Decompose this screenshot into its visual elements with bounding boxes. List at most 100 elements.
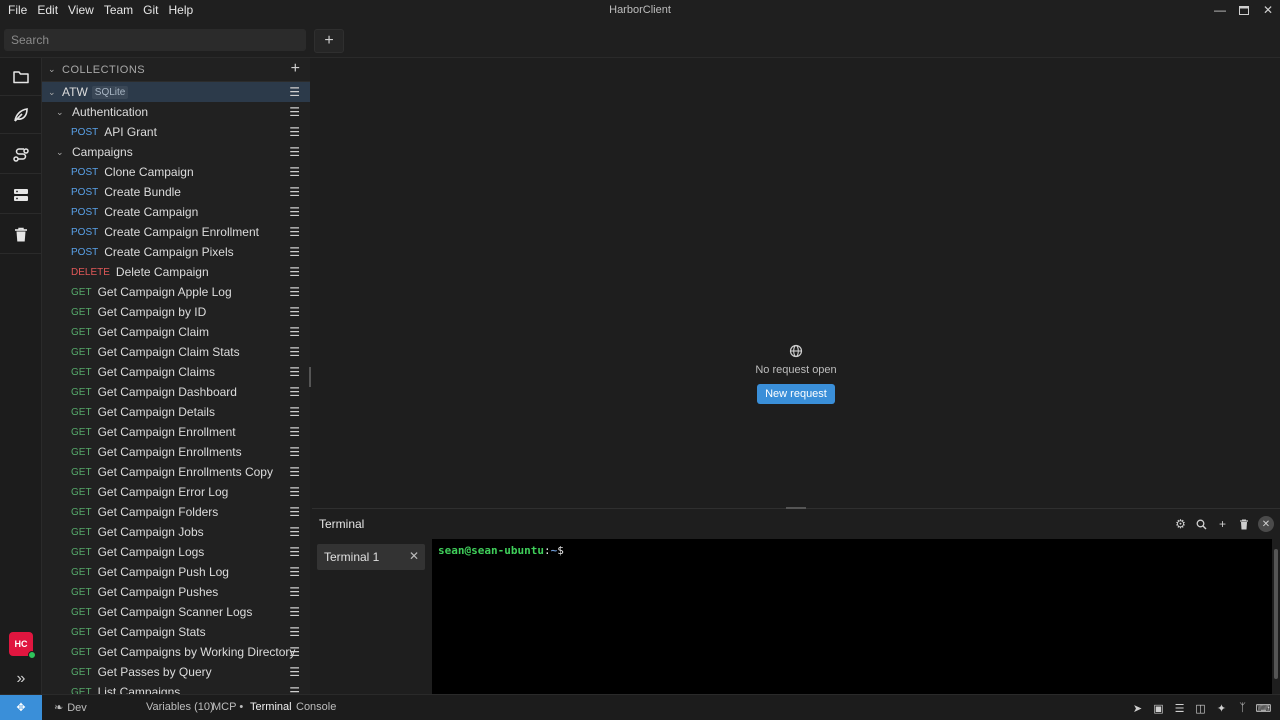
- request-item[interactable]: GET Get Campaign Folders ☰: [42, 502, 310, 522]
- expand-sidebar-button[interactable]: »: [0, 664, 42, 694]
- menu-icon[interactable]: ☰: [289, 85, 300, 99]
- menu-icon[interactable]: ☰: [289, 325, 300, 339]
- terminal-toggle[interactable]: Terminal: [250, 701, 292, 713]
- request-item[interactable]: GET Get Campaign Claims ☰: [42, 362, 310, 382]
- search-input[interactable]: [4, 29, 306, 51]
- request-item[interactable]: GET Get Campaign Details ☰: [42, 402, 310, 422]
- trash-icon[interactable]: [1233, 515, 1254, 533]
- avatar[interactable]: HC: [9, 632, 36, 659]
- console-toggle[interactable]: Console: [296, 701, 336, 713]
- close-tab-icon[interactable]: ✕: [409, 549, 419, 563]
- menu-git[interactable]: Git: [143, 0, 158, 20]
- folder-row[interactable]: ⌄ Authentication ☰: [42, 102, 310, 122]
- terminal-tab[interactable]: Terminal 1 ✕: [317, 544, 425, 570]
- chevron-down-icon[interactable]: ⌄: [56, 107, 68, 118]
- menu-icon[interactable]: ☰: [289, 225, 300, 239]
- workspace-row[interactable]: ⌄ ATW SQLite ☰: [42, 82, 310, 102]
- request-item[interactable]: GET Get Campaign by ID ☰: [42, 302, 310, 322]
- request-item[interactable]: GET Get Campaign Jobs ☰: [42, 522, 310, 542]
- menu-icon[interactable]: ☰: [289, 145, 300, 159]
- chevron-down-icon[interactable]: ⌄: [56, 147, 68, 158]
- menu-icon[interactable]: ☰: [289, 505, 300, 519]
- servers-button[interactable]: [0, 176, 42, 214]
- menu-file[interactable]: File: [8, 0, 27, 20]
- request-item[interactable]: GET Get Campaign Enrollment ☰: [42, 422, 310, 442]
- menu-icon[interactable]: ☰: [289, 445, 300, 459]
- menu-icon[interactable]: ☰: [289, 265, 300, 279]
- menu-icon[interactable]: ☰: [289, 185, 300, 199]
- request-item[interactable]: GET Get Campaigns by Working Directory ☰: [42, 642, 310, 662]
- request-item[interactable]: GET Get Campaign Claim ☰: [42, 322, 310, 342]
- menu-icon[interactable]: ☰: [289, 565, 300, 579]
- request-item[interactable]: GET Get Campaign Enrollments Copy ☰: [42, 462, 310, 482]
- menu-icon[interactable]: ☰: [289, 385, 300, 399]
- environment-selector[interactable]: ❧ Dev: [54, 701, 87, 715]
- menu-icon[interactable]: ☰: [289, 665, 300, 679]
- menu-icon[interactable]: ☰: [289, 105, 300, 119]
- menu-help[interactable]: Help: [169, 0, 194, 20]
- menu-icon[interactable]: ☰: [289, 585, 300, 599]
- gear-icon[interactable]: ⚙: [1170, 515, 1191, 533]
- request-item[interactable]: GET List Campaigns ☰: [42, 682, 310, 694]
- menu-icon[interactable]: ☰: [289, 345, 300, 359]
- list-icon[interactable]: ☰: [1169, 699, 1190, 717]
- close-window-icon[interactable]: ✕: [1256, 0, 1280, 20]
- menu-icon[interactable]: ☰: [289, 245, 300, 259]
- request-item[interactable]: POST Create Campaign Pixels ☰: [42, 242, 310, 262]
- terminal-scrollbar[interactable]: [1272, 539, 1280, 695]
- close-icon[interactable]: ✕: [1258, 516, 1274, 532]
- request-item[interactable]: GET Get Campaign Pushes ☰: [42, 582, 310, 602]
- menu-edit[interactable]: Edit: [37, 0, 58, 20]
- minimize-icon[interactable]: —: [1208, 0, 1232, 20]
- request-item[interactable]: POST Create Campaign ☰: [42, 202, 310, 222]
- menu-icon[interactable]: ☰: [289, 285, 300, 299]
- environments-button[interactable]: [0, 96, 42, 134]
- flows-button[interactable]: [0, 136, 42, 174]
- menu-icon[interactable]: ☰: [289, 485, 300, 499]
- menu-icon[interactable]: ☰: [289, 165, 300, 179]
- request-item[interactable]: GET Get Campaign Apple Log ☰: [42, 282, 310, 302]
- git-branch-icon[interactable]: ᛉ: [1232, 699, 1253, 717]
- remote-button[interactable]: ✥: [0, 694, 42, 720]
- send-icon[interactable]: ➤: [1127, 699, 1148, 717]
- trash-button[interactable]: [0, 216, 42, 254]
- request-item[interactable]: GET Get Campaign Claim Stats ☰: [42, 342, 310, 362]
- mcp-button[interactable]: MCP •: [212, 701, 243, 713]
- request-item[interactable]: GET Get Campaign Error Log ☰: [42, 482, 310, 502]
- menu-icon[interactable]: ☰: [289, 605, 300, 619]
- new-tab-button[interactable]: +: [314, 29, 344, 53]
- request-item[interactable]: GET Get Campaign Logs ☰: [42, 542, 310, 562]
- folder-row[interactable]: ⌄ Campaigns ☰: [42, 142, 310, 162]
- menu-icon[interactable]: ☰: [289, 545, 300, 559]
- terminal-screen[interactable]: sean@sean-ubuntu:~$: [432, 539, 1272, 695]
- search-icon[interactable]: [1191, 515, 1212, 533]
- plus-icon[interactable]: +: [1212, 515, 1233, 533]
- request-item[interactable]: GET Get Campaign Enrollments ☰: [42, 442, 310, 462]
- menu-icon[interactable]: ☰: [289, 525, 300, 539]
- sidebar-resize-handle[interactable]: [309, 367, 311, 387]
- collections-header[interactable]: ⌄ COLLECTIONS +: [42, 58, 310, 82]
- menu-team[interactable]: Team: [104, 0, 133, 20]
- chevron-down-icon[interactable]: ⌄: [48, 87, 60, 98]
- menu-icon[interactable]: ☰: [289, 365, 300, 379]
- menu-icon[interactable]: ☰: [289, 405, 300, 419]
- menu-icon[interactable]: ☰: [289, 305, 300, 319]
- collections-button[interactable]: [0, 58, 42, 96]
- terminal-scroll-thumb[interactable]: [1274, 549, 1278, 679]
- menu-icon[interactable]: ☰: [289, 205, 300, 219]
- variables-button[interactable]: Variables (10): [146, 701, 214, 713]
- panel-resize-handle[interactable]: [786, 507, 806, 509]
- request-item[interactable]: POST API Grant ☰: [42, 122, 310, 142]
- request-item[interactable]: POST Create Bundle ☰: [42, 182, 310, 202]
- menu-icon[interactable]: ☰: [289, 465, 300, 479]
- request-item[interactable]: GET Get Campaign Stats ☰: [42, 622, 310, 642]
- request-item[interactable]: GET Get Campaign Scanner Logs ☰: [42, 602, 310, 622]
- request-item[interactable]: GET Get Passes by Query ☰: [42, 662, 310, 682]
- keyboard-icon[interactable]: ⌨: [1253, 699, 1274, 717]
- chevron-down-icon[interactable]: ⌄: [48, 64, 60, 75]
- menu-icon[interactable]: ☰: [289, 425, 300, 439]
- maximize-icon[interactable]: [1232, 0, 1256, 20]
- request-item[interactable]: DELETE Delete Campaign ☰: [42, 262, 310, 282]
- layout-icon[interactable]: ◫: [1190, 699, 1211, 717]
- request-item[interactable]: POST Clone Campaign ☰: [42, 162, 310, 182]
